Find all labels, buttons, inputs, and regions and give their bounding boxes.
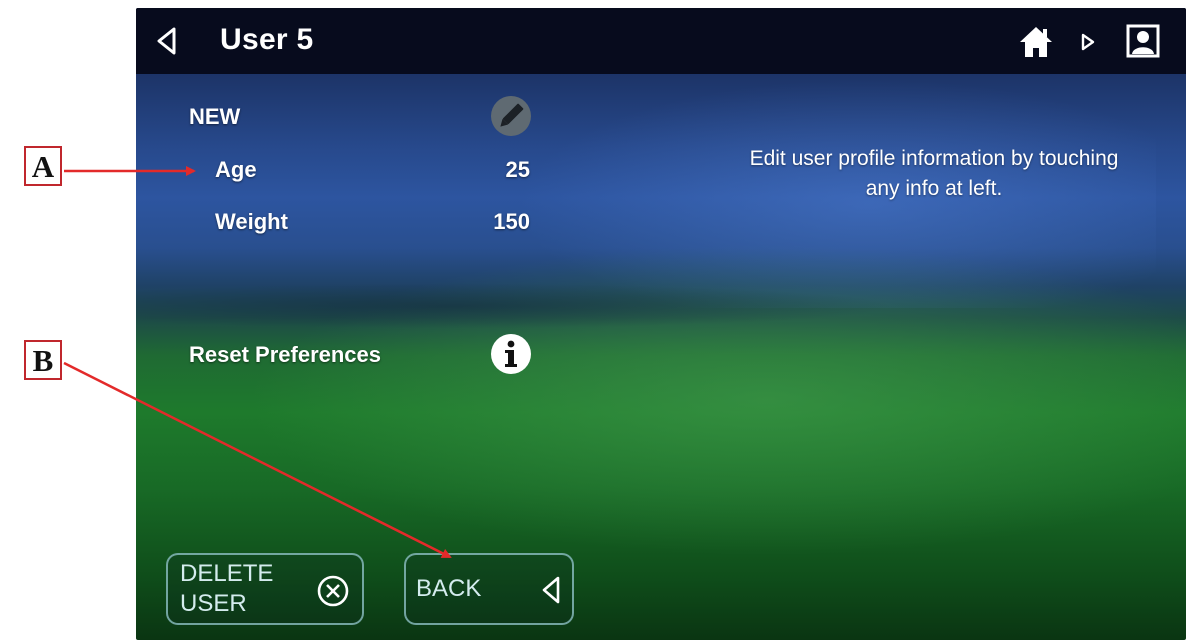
- callout-label-b: B: [24, 340, 62, 380]
- age-value[interactable]: 25: [466, 157, 530, 183]
- weight-value[interactable]: 150: [466, 209, 530, 235]
- home-icon[interactable]: [1018, 24, 1054, 60]
- page-title: User 5: [220, 23, 314, 56]
- title-bar: User 5: [136, 8, 1186, 74]
- callout-label-a: A: [24, 146, 62, 186]
- back-triangle-icon[interactable]: [156, 26, 178, 56]
- back-label: BACK: [416, 575, 482, 602]
- age-label[interactable]: Age: [215, 157, 257, 183]
- profile-name-label[interactable]: NEW: [189, 104, 240, 130]
- circle-x-icon: [317, 575, 349, 607]
- play-icon[interactable]: [1080, 33, 1096, 51]
- reset-preferences-label[interactable]: Reset Preferences: [189, 342, 381, 368]
- back-button[interactable]: BACK: [404, 553, 574, 625]
- device-screen: User 5 NEW Age 25 Weight 150 Reset Prefe…: [136, 8, 1186, 640]
- delete-user-button[interactable]: DELETE USER: [166, 553, 364, 625]
- profile-icon[interactable]: [1126, 24, 1160, 58]
- help-text: Edit user profile information by touchin…: [749, 147, 1119, 200]
- delete-user-label: DELETE USER: [180, 560, 274, 617]
- info-icon[interactable]: [490, 333, 532, 375]
- weight-label[interactable]: Weight: [215, 209, 288, 235]
- pencil-icon[interactable]: [490, 95, 532, 137]
- back-triangle-icon: [542, 576, 560, 604]
- background-hills: [136, 258, 1186, 338]
